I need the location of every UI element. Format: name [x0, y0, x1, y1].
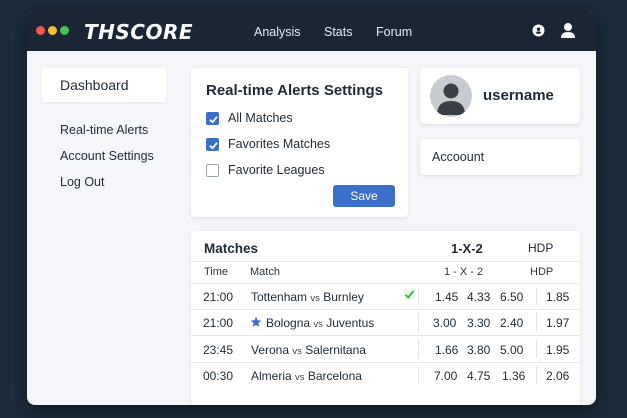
alerts-settings-card: Real-time Alerts Settings All Matches Fa…: [191, 68, 408, 217]
odds-home[interactable]: 3.00: [433, 316, 456, 330]
header-1x2: 1-X-2: [451, 241, 483, 256]
matches-title: Matches: [204, 241, 259, 256]
info-icon[interactable]: [532, 24, 545, 42]
match-teams[interactable]: Bologna vs Juventus: [266, 316, 374, 330]
odds-home[interactable]: 7.00: [434, 369, 457, 383]
person-icon: [437, 83, 465, 115]
column-divider: [418, 313, 419, 331]
odds-draw[interactable]: 3.30: [467, 316, 490, 330]
star-icon[interactable]: [250, 315, 262, 333]
account-label: Accoount: [432, 150, 485, 164]
odds-away[interactable]: 2.40: [500, 316, 523, 330]
match-time: 00:30: [203, 369, 234, 383]
match-teams[interactable]: Almeria vs Barcelona: [251, 369, 362, 383]
option-label: Favorite Leagues: [228, 163, 325, 177]
column-divider: [536, 340, 537, 358]
check-icon: [403, 288, 416, 306]
account-card[interactable]: Accoount: [420, 139, 580, 175]
matches-card: Matches 1-X-2 HDP Time Match 1 - X - 2 H…: [191, 231, 580, 405]
sidebar-item-log-out[interactable]: Log Out: [42, 165, 166, 199]
sidebar-item-dashboard[interactable]: Dashboard: [42, 68, 166, 102]
odds-home[interactable]: 1.45: [435, 290, 458, 304]
odds-hdp[interactable]: 2.06: [546, 369, 569, 383]
save-button[interactable]: Save: [333, 185, 395, 207]
avatar[interactable]: [430, 75, 472, 117]
window-maximize-dot[interactable]: [60, 26, 69, 35]
nav-forum[interactable]: Forum: [376, 25, 412, 39]
odds-hdp[interactable]: 1.85: [546, 290, 569, 304]
odds-home[interactable]: 1.66: [435, 343, 458, 357]
divider: [191, 261, 580, 262]
odds-hdp[interactable]: 1.97: [546, 316, 569, 330]
checkmark-icon: [209, 142, 218, 150]
checkbox-favorites-matches[interactable]: [206, 138, 219, 151]
column-divider: [536, 313, 537, 331]
odds-draw[interactable]: 4.33: [467, 290, 490, 304]
sidebar: Dashboard Real-time Alerts Account Setti…: [42, 68, 166, 405]
match-time: 21:00: [203, 316, 234, 330]
option-label: Favorites Matches: [228, 137, 331, 151]
odds-draw[interactable]: 4.75: [467, 369, 490, 383]
table-row[interactable]: 21:00 Bologna vs Juventus 3.00 3.30 2.40…: [191, 309, 580, 335]
checkbox-favorite-leagues[interactable]: [206, 164, 219, 177]
column-divider: [418, 287, 419, 305]
odds-away[interactable]: 6.50: [500, 290, 523, 304]
checkbox-all-matches[interactable]: [206, 112, 219, 125]
profile-card[interactable]: username: [420, 68, 580, 124]
odds-draw[interactable]: 3.80: [467, 343, 490, 357]
col-odds: 1 - X - 2: [444, 266, 484, 278]
nav-stats[interactable]: Stats: [324, 25, 353, 39]
username: username: [483, 87, 554, 104]
match-teams[interactable]: Tottenham vs Burnley: [251, 290, 364, 304]
window-minimize-dot[interactable]: [48, 26, 57, 35]
app-window: THSCORE Analysis Stats Forum Dashboard R…: [27, 11, 596, 405]
option-label: All Matches: [228, 111, 293, 125]
alerts-settings-title: Real-time Alerts Settings: [206, 82, 383, 99]
column-divider: [418, 340, 419, 358]
match-time: 23:45: [203, 343, 234, 357]
col-match: Match: [250, 266, 280, 278]
column-divider: [536, 366, 537, 384]
column-divider: [418, 366, 419, 384]
table-row[interactable]: 00:30 Almeria vs Barcelona 7.00 4.75 1.3…: [191, 362, 580, 388]
table-row[interactable]: 23:45 Verona vs Salernitana 1.66 3.80 5.…: [191, 336, 580, 362]
table-row[interactable]: 21:00 Tottenham vs Burnley 1.45 4.33 6.5…: [191, 283, 580, 309]
col-hdp: HDP: [530, 266, 554, 278]
nav-analysis[interactable]: Analysis: [254, 25, 301, 39]
column-divider: [536, 287, 537, 305]
header-hdp: HDP: [528, 241, 554, 255]
match-teams[interactable]: Verona vs Salernitana: [251, 343, 366, 357]
top-bar: THSCORE Analysis Stats Forum: [27, 11, 596, 51]
checkmark-icon: [209, 116, 218, 124]
col-time: Time: [204, 266, 229, 278]
brand-logo[interactable]: THSCORE: [84, 20, 193, 44]
match-time: 21:00: [203, 290, 234, 304]
odds-away[interactable]: 5.00: [500, 343, 523, 357]
odds-hdp[interactable]: 1.95: [546, 343, 569, 357]
odds-away[interactable]: 1.36: [502, 369, 525, 383]
user-icon[interactable]: [560, 22, 576, 44]
window-close-dot[interactable]: [36, 26, 45, 35]
